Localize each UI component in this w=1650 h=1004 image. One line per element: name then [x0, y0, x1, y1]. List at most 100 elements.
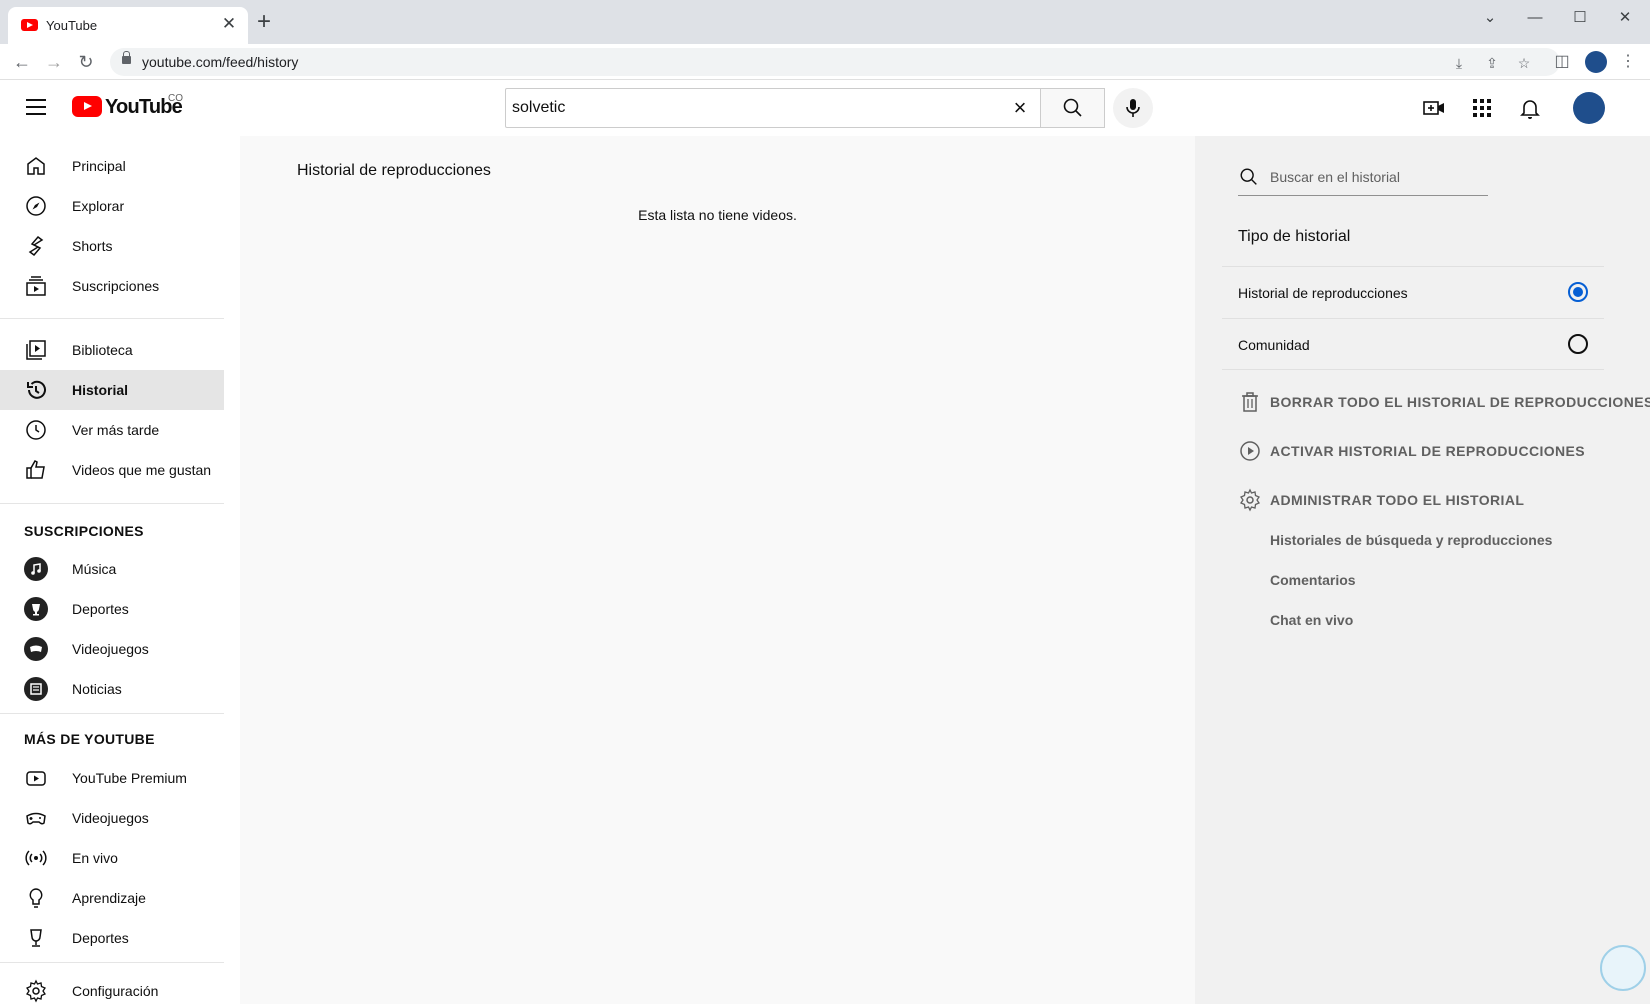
- chrome-menu-icon[interactable]: ⋮: [1616, 50, 1640, 74]
- back-button[interactable]: ←: [10, 50, 34, 74]
- tab-title: YouTube: [46, 18, 98, 33]
- clock-icon: [26, 420, 46, 440]
- subscriptions-icon: [26, 276, 46, 296]
- maximize-button[interactable]: ☐: [1560, 6, 1600, 30]
- sidebar-item-label: Historial: [72, 382, 129, 398]
- lightbulb-icon: [29, 888, 43, 908]
- music-icon: [24, 557, 48, 581]
- sidebar-item-label: Música: [72, 561, 117, 577]
- sidebar-item-suscripciones[interactable]: Suscripciones: [0, 266, 224, 306]
- sidebar-item-youtube-premium[interactable]: YouTube Premium: [0, 758, 224, 798]
- live-icon: [25, 850, 47, 866]
- browser-tab[interactable]: YouTube ✕: [8, 7, 248, 44]
- browser-toolbar: ← → ↻ youtube.com/feed/history ⤓ ⇪ ☆ ◫ ⋮: [0, 44, 1650, 80]
- microphone-icon: [1126, 99, 1140, 117]
- gamepad-icon: [26, 812, 46, 825]
- notifications-bell-icon[interactable]: [1518, 96, 1542, 120]
- comments-link[interactable]: Comentarios: [1270, 572, 1356, 588]
- thumbs-up-icon: [26, 460, 45, 479]
- history-type-option-reproducciones[interactable]: Historial de reproducciones: [1222, 266, 1604, 318]
- sidebar-item-explorar[interactable]: Explorar: [0, 186, 224, 226]
- home-icon: [27, 157, 45, 175]
- radio-unselected[interactable]: [1568, 334, 1588, 354]
- install-icon[interactable]: ⤓: [1448, 52, 1470, 74]
- side-panel-icon[interactable]: ◫: [1550, 50, 1574, 74]
- sidebar-item-historial[interactable]: Historial: [0, 370, 224, 410]
- radio-selected[interactable]: [1568, 282, 1588, 302]
- empty-list-message: Esta lista no tiene videos.: [638, 207, 797, 223]
- sidebar-item-videos-que-me-gustan[interactable]: Videos que me gustan: [0, 450, 224, 490]
- gear-icon: [26, 979, 46, 1003]
- browser-profile-avatar[interactable]: [1585, 51, 1607, 73]
- gamepad-icon: [24, 637, 48, 661]
- new-tab-button[interactable]: +: [257, 10, 271, 34]
- sidebar-item-biblioteca[interactable]: Biblioteca: [0, 330, 224, 370]
- bookmark-star-icon[interactable]: ☆: [1513, 52, 1535, 74]
- forward-button[interactable]: →: [42, 50, 66, 74]
- sidebar-item-label: Videojuegos: [72, 810, 149, 826]
- search-icon: [1240, 168, 1257, 185]
- search-icon: [1063, 98, 1082, 117]
- sidebar-item-en-vivo[interactable]: En vivo: [0, 838, 224, 878]
- sidebar-item-musica[interactable]: Música: [0, 549, 224, 589]
- search-button[interactable]: [1041, 88, 1105, 128]
- sidebar-item-videojuegos-more[interactable]: Videojuegos: [0, 798, 224, 838]
- sidebar-item-label: Videojuegos: [72, 641, 149, 657]
- apps-grid-icon[interactable]: [1470, 96, 1494, 120]
- option-label: Comunidad: [1238, 337, 1310, 353]
- action-label: ADMINISTRAR TODO EL HISTORIAL: [1270, 492, 1525, 508]
- action-label: BORRAR TODO EL HISTORIAL DE REPRODUCCION…: [1270, 394, 1650, 410]
- sidebar-item-noticias[interactable]: Noticias: [0, 669, 224, 709]
- sidebar-item-aprendizaje[interactable]: Aprendizaje: [0, 878, 224, 918]
- hamburger-menu-icon[interactable]: [26, 99, 46, 115]
- sidebar-item-shorts[interactable]: Shorts: [0, 226, 224, 266]
- browser-tab-bar: YouTube ✕ + ⌄ — ☐ ✕: [0, 0, 1650, 44]
- create-video-icon[interactable]: [1422, 96, 1446, 120]
- youtube-header: YouTube solvetic ×: [0, 80, 1650, 136]
- sidebar-item-label: Principal: [72, 158, 126, 174]
- sidebar-item-label: Noticias: [72, 681, 122, 697]
- subscriptions-section-title: SUSCRIPCIONES: [24, 523, 144, 539]
- sidebar-item-videojuegos[interactable]: Videojuegos: [0, 629, 224, 669]
- tab-close-icon[interactable]: ✕: [220, 15, 238, 33]
- clear-search-icon[interactable]: ×: [1008, 95, 1032, 121]
- address-bar[interactable]: youtube.com/feed/history ⤓ ⇪ ☆: [110, 48, 1560, 76]
- sidebar-item-label: YouTube Premium: [72, 770, 187, 786]
- minimize-button[interactable]: —: [1515, 6, 1555, 30]
- sidebar-item-deportes-more[interactable]: Deportes: [0, 918, 224, 958]
- sidebar-item-label: Aprendizaje: [72, 890, 146, 906]
- tab-search-icon[interactable]: ⌄: [1470, 6, 1510, 30]
- search-and-watch-history-link[interactable]: Historiales de búsqueda y reproducciones: [1270, 532, 1552, 548]
- sidebar-item-deportes[interactable]: Deportes: [0, 589, 224, 629]
- main-content: Historial de reproducciones Esta lista n…: [240, 136, 1195, 1004]
- sidebar-item-configuracion[interactable]: Configuración: [0, 971, 224, 1004]
- sidebar-item-principal[interactable]: Principal: [0, 146, 224, 186]
- sidebar-divider: [0, 503, 224, 504]
- voice-search-button[interactable]: [1113, 88, 1153, 128]
- sidebar-item-ver-mas-tarde[interactable]: Ver más tarde: [0, 410, 224, 450]
- history-search-input[interactable]: Buscar en el historial: [1238, 156, 1488, 196]
- watermark-logo: [1600, 945, 1646, 991]
- share-icon[interactable]: ⇪: [1481, 52, 1503, 74]
- youtube-premium-icon: [26, 771, 46, 786]
- history-icon: [27, 380, 46, 399]
- search-input[interactable]: solvetic ×: [505, 88, 1041, 128]
- reload-button[interactable]: ↻: [74, 50, 98, 74]
- sidebar-item-label: Videos que me gustan: [72, 462, 212, 478]
- history-type-option-comunidad[interactable]: Comunidad: [1222, 318, 1604, 370]
- live-chat-link[interactable]: Chat en vivo: [1270, 612, 1353, 628]
- close-window-button[interactable]: ✕: [1605, 6, 1645, 30]
- compass-icon: [26, 196, 46, 216]
- gear-icon: [1240, 488, 1260, 512]
- history-type-title: Tipo de historial: [1238, 228, 1351, 245]
- youtube-play-icon: [72, 96, 102, 117]
- lock-icon: [122, 51, 131, 64]
- history-side-panel: Buscar en el historial Tipo de historial…: [1195, 136, 1650, 1004]
- account-avatar[interactable]: [1573, 92, 1605, 124]
- trash-icon: [1242, 392, 1258, 412]
- sidebar: Principal Explorar Shorts Suscripciones …: [0, 136, 240, 1004]
- newspaper-icon: [24, 677, 48, 701]
- sidebar-divider: [0, 713, 224, 714]
- sidebar-item-label: Biblioteca: [72, 342, 133, 358]
- sidebar-divider: [0, 318, 224, 319]
